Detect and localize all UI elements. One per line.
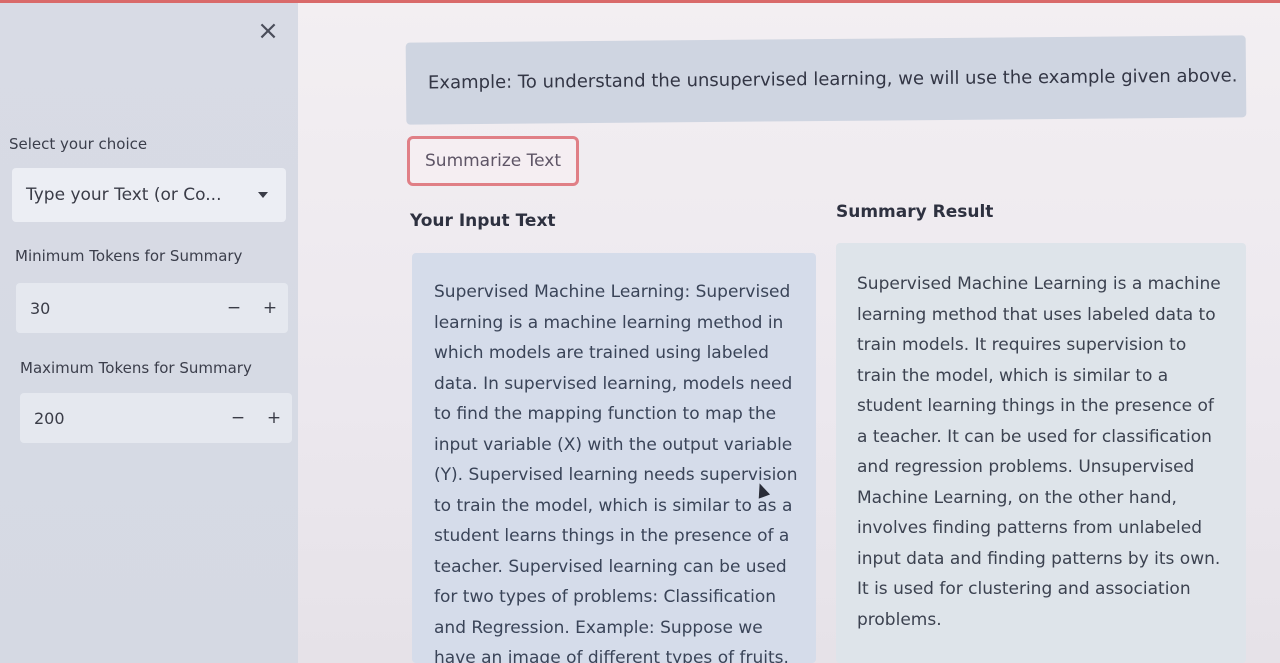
close-icon[interactable]: × <box>256 18 280 44</box>
max-tokens-decrement-button[interactable]: − <box>220 408 256 428</box>
max-tokens-stepper[interactable]: 200 − + <box>20 393 292 443</box>
summary-result-line: train models. It requires supervision to <box>857 335 1187 355</box>
app-window: × Select your choice Type your Text (or … <box>0 0 1280 663</box>
input-text-line: input variable (X) with the output varia… <box>434 434 793 455</box>
choice-select-value: Type your Text (or Co... <box>26 185 222 205</box>
input-text-line: data. In supervised learning, models nee… <box>434 373 793 394</box>
info-message: Example: To understand the unsupervised … <box>405 35 1247 125</box>
max-tokens-label: Maximum Tokens for Summary <box>20 359 252 377</box>
summary-result-panel: Supervised Machine Learning is a machine… <box>836 243 1246 663</box>
input-header: Your Input Text <box>410 211 556 231</box>
input-text-body: Supervised Machine Learning: Supervised l… <box>434 277 816 663</box>
max-tokens-increment-button[interactable]: + <box>256 408 292 428</box>
max-tokens-value[interactable]: 200 <box>34 409 220 428</box>
min-tokens-stepper[interactable]: 30 − + <box>16 283 288 333</box>
input-text-line: which models are trained using labeled <box>434 343 769 363</box>
min-tokens-value[interactable]: 30 <box>30 299 216 318</box>
chevron-down-icon <box>258 192 268 198</box>
summary-result-line: a teacher. It can be used for classifica… <box>857 426 1212 447</box>
summary-result-line: student learning things in the presence … <box>857 396 1214 416</box>
summary-result-line: Machine Learning, on the other hand, <box>857 487 1177 508</box>
input-text-line: to find the mapping function to map the <box>434 404 777 424</box>
main-content: Example: To understand the unsupervised … <box>298 3 1280 663</box>
input-text-line: have an image of different types of frui… <box>434 648 789 663</box>
summary-result-line: and regression problems. Unsupervised <box>857 457 1195 477</box>
summary-result-line: involves finding patterns from unlabeled <box>857 518 1203 538</box>
sidebar: × Select your choice Type your Text (or … <box>0 3 298 663</box>
input-text-line: learning is a machine learning method in <box>434 312 784 333</box>
min-tokens-increment-button[interactable]: + <box>252 298 288 318</box>
summary-result-line: Supervised Machine Learning is a machine <box>857 274 1221 294</box>
summary-result-line: learning method that uses labeled data t… <box>857 304 1216 325</box>
input-text-line: student learns things in the presence of… <box>434 526 790 546</box>
choice-select[interactable]: Type your Text (or Co... <box>12 168 286 222</box>
input-text-line: and Regression. Example: Suppose we <box>434 617 763 638</box>
summarize-button[interactable]: Summarize Text <box>407 136 579 186</box>
input-text-panel: Supervised Machine Learning: Supervised l… <box>412 253 816 663</box>
input-text-line: Supervised Machine Learning: Supervised <box>434 282 791 302</box>
summary-result-line: train the model, which is similar to a <box>857 365 1169 386</box>
result-header: Summary Result <box>836 202 994 222</box>
info-message-text: Example: To understand the unsupervised … <box>427 65 1238 94</box>
summary-result-body: Supervised Machine Learning is a machine… <box>857 269 1246 635</box>
min-tokens-label: Minimum Tokens for Summary <box>15 247 243 265</box>
summary-result-line: input data and finding patterns by its o… <box>857 548 1221 569</box>
min-tokens-decrement-button[interactable]: − <box>216 298 252 318</box>
choice-label: Select your choice <box>9 135 148 153</box>
input-text-line: teacher. Supervised learning can be used <box>434 556 787 577</box>
summary-result-line: problems. <box>857 609 942 630</box>
summary-result-line: It is used for clustering and associatio… <box>857 579 1191 599</box>
input-text-line: for two types of problems: Classificatio… <box>434 587 776 607</box>
